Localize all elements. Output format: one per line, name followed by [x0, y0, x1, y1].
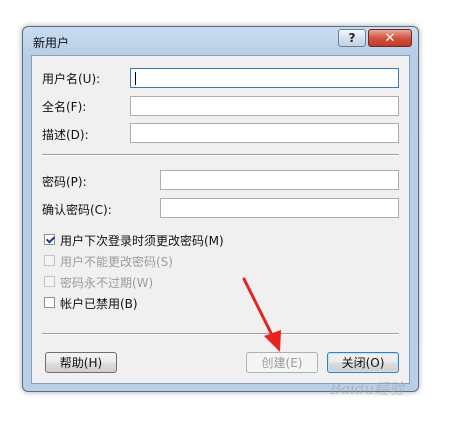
- create-button-label: 创建(E): [261, 356, 303, 370]
- description-input[interactable]: [130, 123, 399, 143]
- help-button[interactable]: 帮助(H): [45, 352, 117, 373]
- password-input[interactable]: [160, 170, 399, 190]
- must-change-password-checkbox[interactable]: [44, 234, 55, 245]
- title-help-button[interactable]: ?: [338, 29, 366, 47]
- new-user-dialog: 新用户 ? ✕ 用户名(U): 全名(F): 描述(D): 密码(P): 确认密…: [22, 26, 419, 392]
- account-disabled-label[interactable]: 帐户已禁用(B): [60, 295, 138, 312]
- dialog-title: 新用户: [33, 36, 70, 50]
- cannot-change-password-checkbox[interactable]: [44, 255, 55, 266]
- title-bar: 新用户 ? ✕: [23, 27, 418, 55]
- cannot-change-password-label[interactable]: 用户不能更改密码(S): [60, 253, 173, 270]
- confirm-password-input[interactable]: [160, 198, 399, 218]
- must-change-password-label[interactable]: 用户下次登录时须更改密码(M): [60, 232, 224, 249]
- username-label: 用户名(U):: [42, 72, 101, 86]
- password-never-expires-checkbox[interactable]: [44, 276, 55, 287]
- dialog-body: 用户名(U): 全名(F): 描述(D): 密码(P): 确认密码(C): 用户…: [31, 55, 410, 384]
- close-button[interactable]: 关闭(O): [327, 352, 399, 373]
- description-label: 描述(D):: [42, 128, 89, 142]
- watermark: Baidu经验: [330, 380, 405, 398]
- title-close-button[interactable]: ✕: [368, 29, 412, 47]
- password-never-expires-label[interactable]: 密码永不过期(W): [60, 274, 153, 291]
- separator: [42, 154, 399, 156]
- separator: [42, 333, 399, 335]
- fullname-label: 全名(F):: [42, 100, 87, 114]
- help-button-label: 帮助(H): [59, 356, 103, 370]
- text-caret: [135, 72, 136, 85]
- fullname-input[interactable]: [130, 96, 399, 116]
- question-mark-icon: ?: [348, 31, 356, 45]
- username-input[interactable]: [130, 68, 399, 88]
- close-button-label: 关闭(O): [341, 356, 385, 370]
- password-label: 密码(P):: [42, 175, 87, 189]
- close-icon: ✕: [384, 30, 396, 46]
- account-disabled-checkbox[interactable]: [44, 297, 55, 308]
- create-button[interactable]: 创建(E): [246, 352, 318, 373]
- confirm-password-label: 确认密码(C):: [42, 203, 112, 217]
